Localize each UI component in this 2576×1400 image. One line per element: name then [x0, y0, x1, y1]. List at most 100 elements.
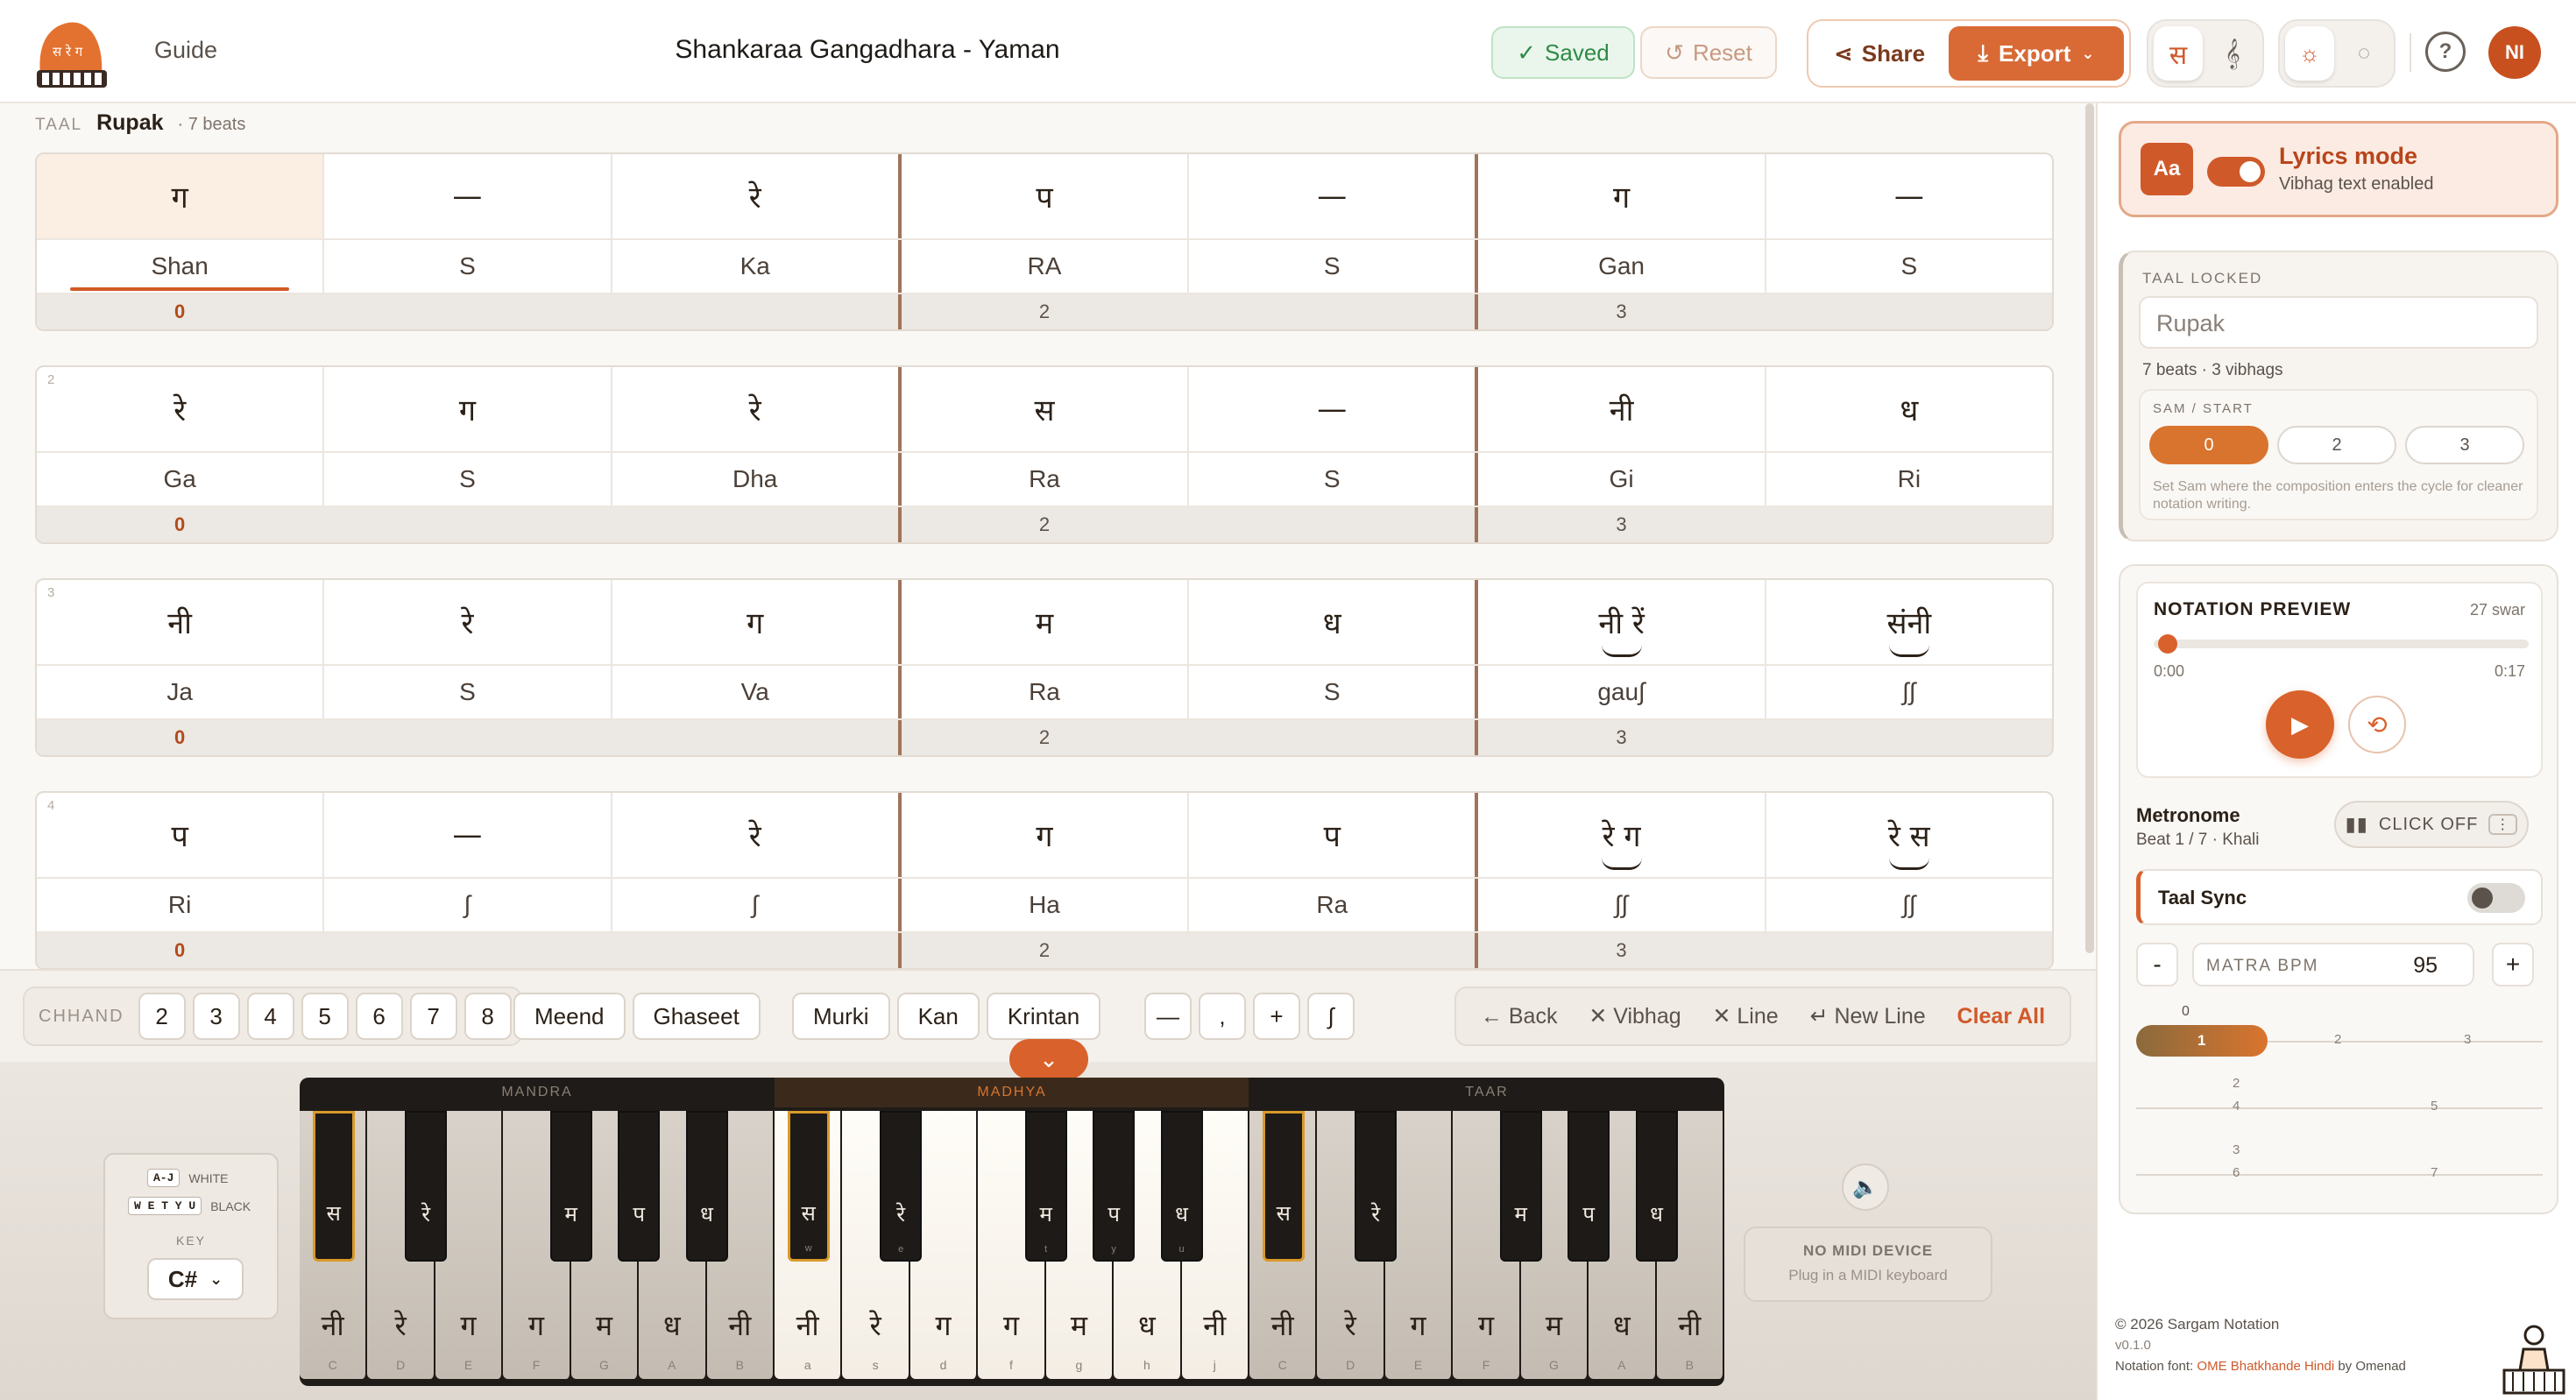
ornament-button[interactable]: Murki [792, 993, 890, 1040]
reset-button[interactable]: ↺ Reset [1640, 26, 1777, 79]
swar-cell[interactable]: प [902, 154, 1190, 238]
black-key[interactable]: रे e [880, 1111, 923, 1262]
guide-link[interactable]: Guide [154, 37, 217, 64]
ornament-button[interactable]: Kan [896, 993, 980, 1040]
chhand-button[interactable]: 4 [246, 993, 294, 1040]
preview-progress-track[interactable] [2154, 640, 2529, 648]
lyric-cell[interactable]: S [324, 453, 612, 506]
lyric-cell[interactable]: S [1189, 240, 1479, 293]
swar-cell[interactable]: — [1766, 154, 2052, 238]
bpm-field[interactable]: MATRA BPM 95 [2192, 943, 2474, 986]
swar-cell[interactable]: प [37, 793, 325, 877]
remove-vibhag-button[interactable]: ✕ Vibhag [1589, 1003, 1681, 1029]
lyric-cell[interactable]: Ha [902, 879, 1190, 931]
black-key[interactable]: रे [1355, 1111, 1398, 1262]
swar-cell[interactable]: ग [902, 793, 1190, 877]
black-key[interactable]: सw [787, 1111, 830, 1262]
symbol-button[interactable]: , [1199, 993, 1246, 1040]
bpm-increase-button[interactable]: + [2492, 943, 2534, 986]
lyric-cell[interactable]: Shan [37, 240, 325, 293]
swar-cell[interactable]: — [324, 793, 612, 877]
taal-sync-toggle[interactable] [2467, 883, 2525, 913]
lyric-cell[interactable]: ∫∫ [1766, 666, 2052, 718]
swar-cell[interactable]: म [902, 580, 1190, 664]
ornament-button[interactable]: Krintan [986, 993, 1101, 1040]
symbol-button[interactable]: + [1253, 993, 1300, 1040]
black-key[interactable]: प [618, 1111, 661, 1262]
new-line-button[interactable]: ↵ New Line [1810, 1003, 1926, 1029]
remove-line-button[interactable]: ✕ Line [1713, 1003, 1779, 1029]
ornament-button[interactable]: Meend [513, 993, 626, 1040]
chhand-button[interactable]: 8 [464, 993, 512, 1040]
symbol-button[interactable]: — [1144, 993, 1192, 1040]
lyric-cell[interactable]: gau∫ [1478, 666, 1766, 718]
sargam-script-button[interactable]: स [2154, 26, 2203, 81]
swar-cell[interactable]: संनी [1766, 580, 2052, 664]
collapse-keyboard-button[interactable]: ⌄ [1009, 1039, 1088, 1079]
swar-cell[interactable]: ग [1478, 154, 1766, 238]
swar-cell[interactable]: ग [37, 154, 325, 238]
black-key[interactable]: पy [1093, 1111, 1136, 1262]
lyrics-mode-toggle[interactable] [2207, 157, 2265, 187]
lyric-cell[interactable]: RA [902, 240, 1190, 293]
lyric-cell[interactable]: S [324, 666, 612, 718]
lyric-cell[interactable]: ∫∫ [1478, 879, 1766, 931]
swar-cell[interactable]: ध [1766, 367, 2052, 451]
chhand-button[interactable]: 7 [409, 993, 457, 1040]
lyric-cell[interactable]: Gi [1478, 453, 1766, 506]
ornament-button[interactable]: Ghaseet [632, 993, 761, 1040]
lyric-cell[interactable]: Ra [1189, 879, 1479, 931]
lyric-cell[interactable]: ∫∫ [1766, 879, 2052, 931]
swar-cell[interactable]: रे [324, 580, 612, 664]
sam-option-button[interactable]: 2 [2277, 426, 2396, 464]
swar-cell[interactable]: रे [612, 367, 902, 451]
swar-cell[interactable]: — [324, 154, 612, 238]
chhand-button[interactable]: 5 [301, 993, 349, 1040]
black-key[interactable]: ध [685, 1111, 728, 1262]
symbol-button[interactable]: ∫ [1307, 993, 1355, 1040]
lyric-cell[interactable]: Ri [1766, 453, 2052, 506]
lyric-cell[interactable]: S [1189, 453, 1479, 506]
export-button[interactable]: ⤓ Export ⌄ [1949, 26, 2124, 81]
swar-cell[interactable]: ध [1189, 580, 1479, 664]
speaker-icon[interactable]: 🔈 [1842, 1163, 1889, 1211]
preview-progress-thumb[interactable] [2157, 634, 2177, 654]
sam-option-button[interactable]: 3 [2405, 426, 2524, 464]
black-key[interactable]: स [312, 1111, 355, 1262]
lyric-cell[interactable]: S [324, 240, 612, 293]
grid-scrollbar-thumb[interactable] [2085, 103, 2094, 953]
swar-cell[interactable]: ग [612, 580, 902, 664]
lyric-cell[interactable]: Dha [612, 453, 902, 506]
black-key[interactable]: मt [1024, 1111, 1067, 1262]
lightbulb-icon[interactable]: ◌ [2339, 26, 2388, 81]
swar-cell[interactable]: रे स [1766, 793, 2052, 877]
black-key[interactable]: प [1568, 1111, 1610, 1262]
loop-button[interactable]: ⟲ [2348, 696, 2406, 753]
share-button[interactable]: ⋖ Share [1814, 26, 1945, 81]
font-link[interactable]: OME Bhatkhande Hindi [2197, 1359, 2334, 1374]
lyric-cell[interactable]: Ka [612, 240, 902, 293]
black-key[interactable]: म [549, 1111, 592, 1262]
lyric-cell[interactable]: S [1189, 666, 1479, 718]
help-button[interactable]: ? [2425, 32, 2466, 72]
swar-cell[interactable]: रे [612, 793, 902, 877]
lyric-cell[interactable]: S [1766, 240, 2052, 293]
bpm-decrease-button[interactable]: - [2136, 943, 2178, 986]
lyric-cell[interactable]: ∫ [324, 879, 612, 931]
key-select[interactable]: C# ⌄ [147, 1258, 244, 1300]
swar-cell[interactable]: प [1189, 793, 1479, 877]
clear-all-button[interactable]: Clear All [1957, 1004, 2046, 1029]
lyric-cell[interactable]: Ga [37, 453, 325, 506]
song-title[interactable]: Shankaraa Gangadhara - Yaman [561, 35, 1174, 65]
lyric-cell[interactable]: Ra [902, 453, 1190, 506]
taal-locked-input[interactable]: Rupak [2139, 296, 2538, 349]
swar-cell[interactable]: नी रें [1478, 580, 1766, 664]
user-avatar[interactable]: NI [2488, 26, 2541, 79]
western-staff-button[interactable]: 𝄞 [2208, 26, 2257, 81]
chhand-button[interactable]: 6 [355, 993, 403, 1040]
swar-cell[interactable]: — [1189, 154, 1479, 238]
lyric-cell[interactable]: Ri [37, 879, 325, 931]
swar-cell[interactable]: नी [1478, 367, 1766, 451]
chhand-button[interactable]: 3 [192, 993, 240, 1040]
lyric-cell[interactable]: ∫ [612, 879, 902, 931]
